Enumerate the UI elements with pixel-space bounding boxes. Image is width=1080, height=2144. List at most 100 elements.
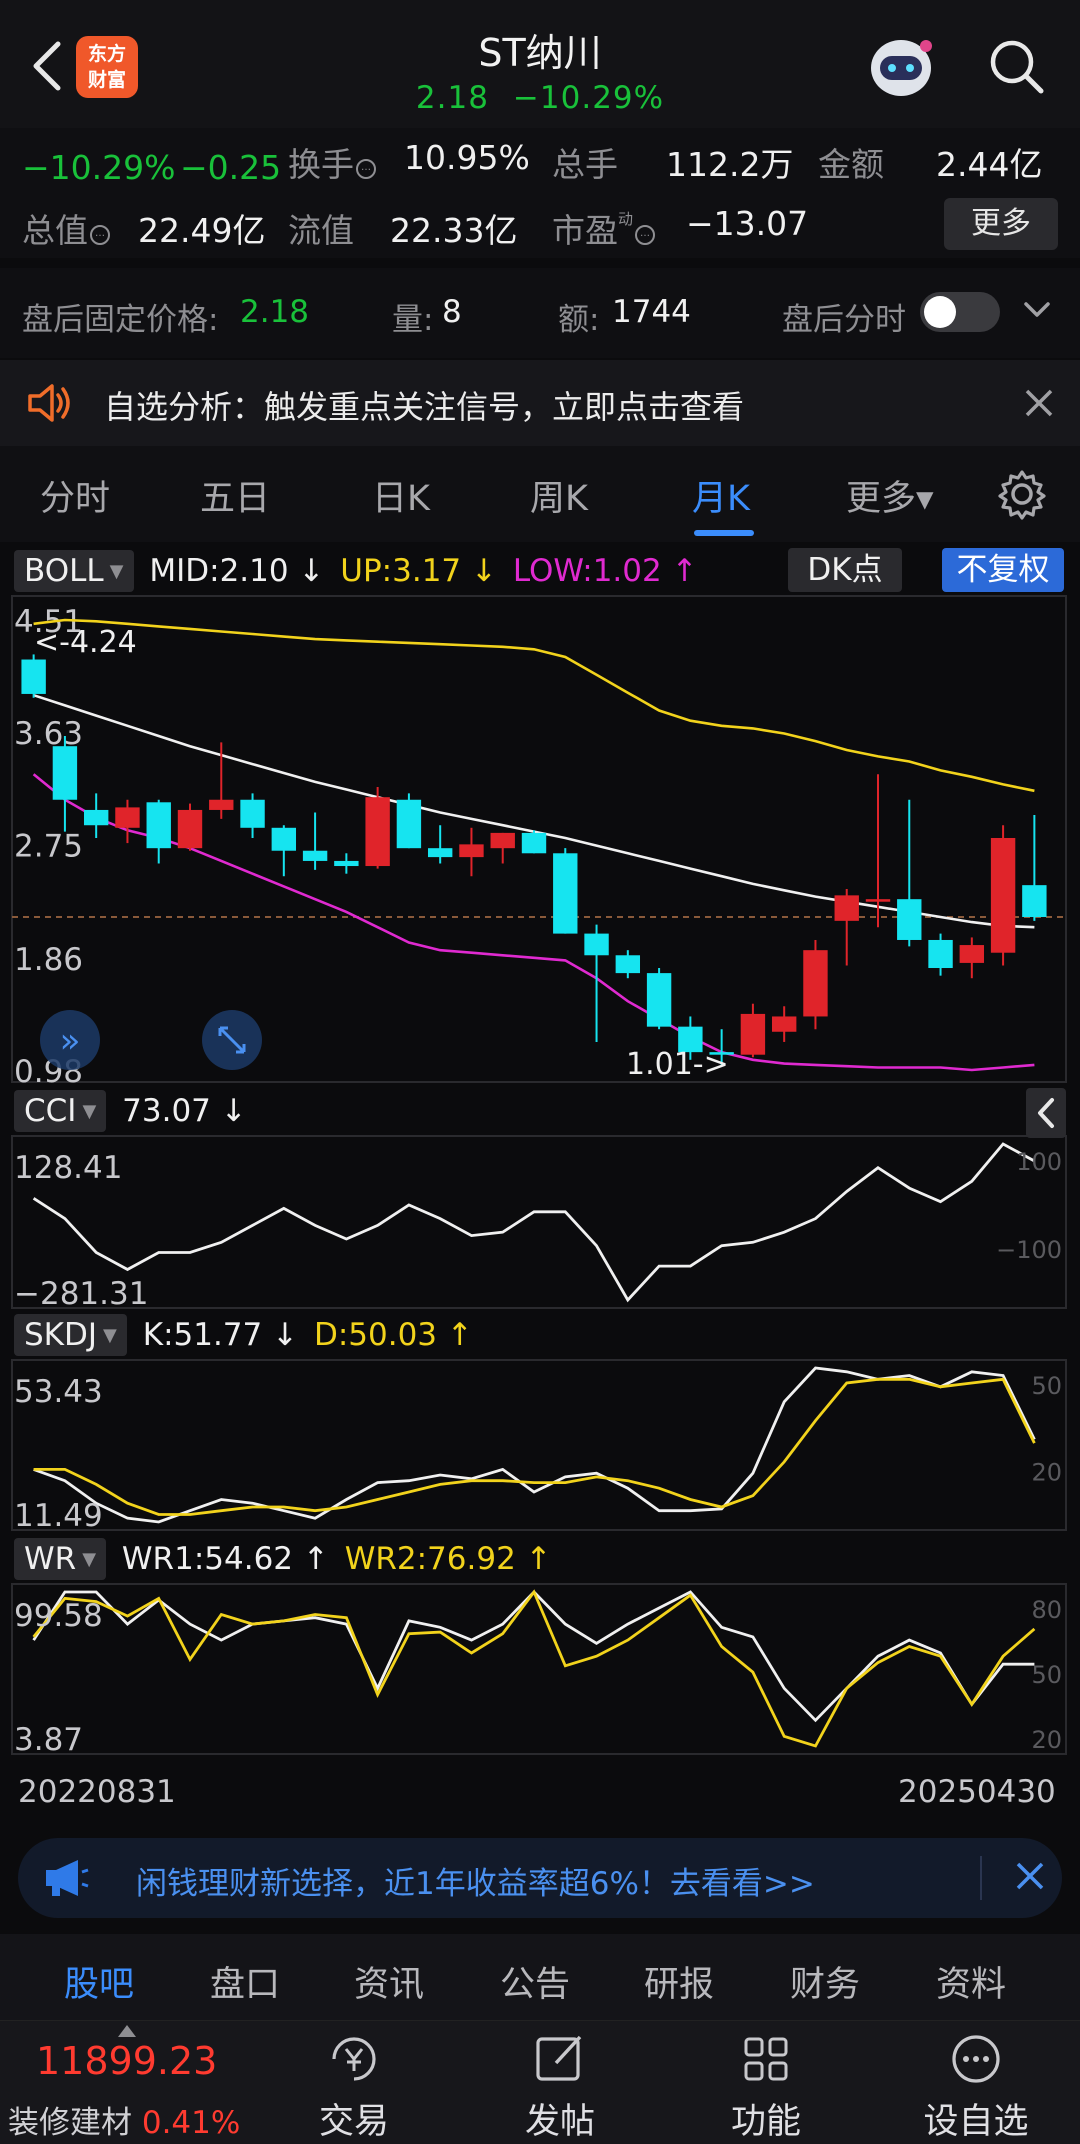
grid-icon bbox=[744, 2037, 788, 2081]
collapse-arrow-icon[interactable] bbox=[1026, 1088, 1066, 1138]
float-value: 22.33亿 bbox=[390, 211, 518, 250]
after-hours-toggle[interactable] bbox=[920, 292, 1000, 332]
kline-chart-svg: 4.513.632.751.860.98<-4.241.01->»128.41−… bbox=[11, 595, 1067, 1758]
tab-finance[interactable]: 财务 bbox=[790, 1956, 860, 2007]
ref-level-label: 80 bbox=[1031, 1596, 1062, 1624]
boll-legend: BOLL ▼ MID:2.10 ↓ UP:3.17 ↓ LOW:1.02 ↑ bbox=[14, 550, 698, 594]
tab-monthly-k[interactable]: 月K bbox=[692, 470, 750, 521]
candle-body bbox=[146, 802, 171, 849]
gear-icon[interactable] bbox=[996, 468, 1048, 520]
ref-level-label: 100 bbox=[1016, 1148, 1062, 1176]
candle-body bbox=[459, 844, 484, 858]
info-tabs: 股吧 盘口 资讯 公告 研报 财务 资料 bbox=[0, 1934, 1080, 2020]
candle-body bbox=[771, 1016, 797, 1032]
search-icon[interactable] bbox=[986, 36, 1046, 96]
candle-body bbox=[115, 807, 140, 828]
candle-body bbox=[302, 850, 328, 861]
candle-body bbox=[553, 853, 578, 934]
nav-functions[interactable]: 功能 bbox=[706, 2029, 826, 2144]
nav-post[interactable]: 发帖 bbox=[500, 2029, 620, 2144]
volume-label: 总手 bbox=[552, 145, 618, 184]
close-icon[interactable] bbox=[1022, 386, 1056, 420]
pe-value: −13.07 bbox=[686, 204, 809, 243]
skdj-k-line bbox=[33, 1366, 1036, 1524]
panel-frame-1 bbox=[11, 1135, 1067, 1309]
candle-body bbox=[271, 827, 297, 851]
ref-level-label: 50 bbox=[1031, 1372, 1062, 1400]
skdj-indicator-tag[interactable]: SKDJ ▼ bbox=[14, 1314, 127, 1356]
analysis-notice[interactable]: 自选分析：触发重点关注信号，立即点击查看 bbox=[0, 358, 1080, 446]
wr-indicator-tag[interactable]: WR ▼ bbox=[14, 1538, 107, 1580]
min-price-annotation: 1.01-> bbox=[626, 1047, 729, 1082]
y-tick-label: 53.43 bbox=[14, 1374, 103, 1410]
megaphone-icon bbox=[46, 1860, 89, 1896]
boll-indicator-tag[interactable]: BOLL ▼ bbox=[14, 550, 134, 592]
wr-wr1-line bbox=[32, 1589, 1035, 1723]
candle-body bbox=[990, 837, 1016, 953]
nav-trade[interactable]: 交易 bbox=[294, 2029, 414, 2144]
tab-handicap[interactable]: 盘口 bbox=[210, 1956, 280, 2007]
tab-daily-k[interactable]: 日K bbox=[372, 470, 430, 521]
candle-body bbox=[21, 659, 46, 694]
candle-body bbox=[365, 797, 390, 867]
wr-wr2-line bbox=[32, 1589, 1036, 1748]
more-button[interactable]: 更多 bbox=[944, 198, 1058, 250]
skdj-d-line bbox=[33, 1377, 1036, 1516]
dk-point-button[interactable]: DK点 bbox=[788, 548, 902, 592]
ad-banner[interactable]: 闲钱理财新选择，近1年收益率超6%！去看看>> bbox=[18, 1838, 1062, 1918]
amount-label: 金额 bbox=[818, 145, 884, 184]
chevron-down-icon[interactable] bbox=[1022, 298, 1052, 322]
double-chevron-icon: » bbox=[60, 1021, 81, 1061]
boll-low-value: LOW:1.02 ↑ bbox=[512, 553, 698, 589]
after-price-label: 盘后固定价格: bbox=[22, 302, 219, 338]
float-label: 流值 bbox=[288, 211, 354, 250]
cci-indicator-tag[interactable]: CCI ▼ bbox=[14, 1090, 107, 1132]
top-header: 东方 财富 ST纳川 2.18 −10.29% bbox=[0, 0, 1080, 128]
amount-value: 2.44亿 bbox=[936, 145, 1043, 184]
candle-body bbox=[83, 809, 109, 826]
sector-index-change: 0.41% bbox=[141, 2105, 241, 2141]
ad-separator bbox=[980, 1856, 982, 1900]
mcap-label: 总值… bbox=[22, 204, 110, 252]
skdj-k-value: K:51.77 ↓ bbox=[142, 1317, 299, 1353]
start-date-label: 20220831 bbox=[18, 1774, 176, 1810]
chart-area[interactable]: 4.51 3.63 2.75 1.86 0.98 <-4.24 1.01->» 128.41−… bbox=[0, 542, 1080, 1810]
mcap-value: 22.49亿 bbox=[138, 211, 266, 250]
sector-index-value[interactable]: 11899.23 bbox=[36, 2039, 217, 2083]
robot-mascot-icon[interactable] bbox=[862, 32, 940, 102]
tab-announcement[interactable]: 公告 bbox=[500, 1956, 570, 2007]
boll-upper-line bbox=[33, 618, 1035, 793]
speaker-icon bbox=[28, 384, 70, 422]
candle-body bbox=[928, 939, 953, 969]
tab-five-day[interactable]: 五日 bbox=[200, 470, 270, 521]
tab-research[interactable]: 研报 bbox=[644, 1956, 714, 2007]
ad-text: 闲钱理财新选择，近1年收益率超6%！去看看>> bbox=[136, 1866, 815, 1902]
info-icon[interactable]: … bbox=[635, 225, 656, 245]
ref-level-label: −100 bbox=[996, 1236, 1062, 1264]
tab-timeshare[interactable]: 分时 bbox=[40, 470, 110, 521]
tab-profile[interactable]: 资料 bbox=[936, 1956, 1006, 2007]
boll-mid-value: MID:2.10 ↓ bbox=[149, 553, 325, 589]
candle-body bbox=[427, 848, 453, 858]
candle-body bbox=[803, 950, 828, 1017]
caret-up-icon bbox=[118, 2025, 136, 2037]
close-icon[interactable] bbox=[1014, 1860, 1046, 1892]
tab-guba[interactable]: 股吧 bbox=[64, 1956, 134, 2007]
tab-more[interactable]: 更多▾ bbox=[846, 470, 934, 521]
tab-weekly-k[interactable]: 周K bbox=[530, 470, 588, 521]
boll-up-value: UP:3.17 ↓ bbox=[340, 553, 497, 589]
nav-add-watchlist[interactable]: 设自选 bbox=[916, 2029, 1036, 2144]
info-icon[interactable]: … bbox=[90, 225, 110, 245]
ref-level-label: 20 bbox=[1031, 1459, 1062, 1487]
tab-news[interactable]: 资讯 bbox=[354, 1956, 424, 2007]
after-amt-value: 1744 bbox=[612, 294, 691, 330]
sector-index-name[interactable]: 装修建材 0.41% bbox=[8, 2097, 240, 2142]
pe-label: 市盈动… bbox=[552, 204, 656, 252]
no-adjust-button[interactable]: 不复权 bbox=[942, 548, 1064, 592]
after-amt-label: 额: bbox=[558, 302, 600, 338]
candle-body bbox=[959, 945, 985, 963]
after-vol-value: 8 bbox=[442, 294, 462, 330]
candle-body bbox=[615, 955, 641, 974]
info-icon[interactable]: … bbox=[356, 159, 376, 179]
after-price-value: 2.18 bbox=[240, 294, 310, 330]
